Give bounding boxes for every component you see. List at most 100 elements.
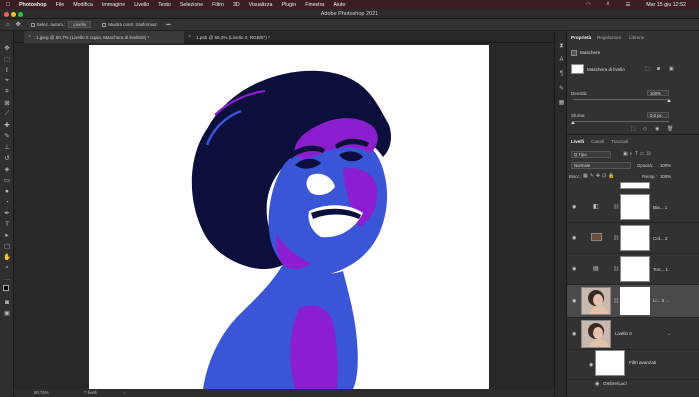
- layer-thumbnail[interactable]: [581, 287, 611, 315]
- layer-name[interactable]: Livello 0: [615, 331, 632, 336]
- lasso-tool-icon[interactable]: ℓ: [2, 65, 12, 75]
- load-selection-icon[interactable]: ⬚: [631, 126, 636, 132]
- search-icon[interactable]: ⌕: [607, 1, 610, 8]
- toggle-mask-icon[interactable]: ◉: [655, 126, 659, 132]
- layer-row-selected[interactable]: ◉ ⛓ Li... 0 ...: [567, 285, 699, 318]
- eye-icon[interactable]: ◉: [572, 235, 576, 241]
- menu-app-name[interactable]: Photoshop: [19, 2, 47, 8]
- control-center-icon[interactable]: ☰: [625, 2, 630, 8]
- feather-slider-knob[interactable]: [571, 121, 575, 124]
- opacity-field[interactable]: 100%: [660, 163, 671, 168]
- close-tab-icon[interactable]: ×: [28, 34, 31, 40]
- color-fill-swatch[interactable]: [591, 233, 602, 241]
- blend-mode-dropdown[interactable]: Normale: [571, 162, 631, 169]
- smart-filters-row[interactable]: ◉ Filtri avanzati: [567, 350, 699, 380]
- menu-visualizza[interactable]: Visualizza: [249, 2, 273, 8]
- autoselect-dropdown[interactable]: Livello: [68, 21, 92, 28]
- hand-tool-icon[interactable]: ✋: [2, 252, 12, 262]
- menu-livello[interactable]: Livello: [134, 2, 149, 8]
- eye-icon[interactable]: ◉: [572, 331, 576, 337]
- move-tool-icon[interactable]: ✥: [16, 21, 21, 28]
- layer-name[interactable]: Li... 0 ...: [653, 298, 669, 303]
- stamp-tool-icon[interactable]: ⊥: [2, 142, 12, 152]
- history-brush-tool-icon[interactable]: ↺: [2, 153, 12, 163]
- status-arrow-icon[interactable]: ›: [124, 390, 125, 395]
- pixel-mask-icon[interactable]: ◙: [657, 66, 660, 72]
- tab-channels[interactable]: Canali: [591, 135, 604, 147]
- screen-mode-icon[interactable]: ▣: [2, 308, 12, 318]
- link-icon[interactable]: ⛓: [613, 266, 619, 272]
- filter-row[interactable]: ◉ Ombre/Luci: [567, 380, 699, 390]
- layer-mask-thumbnail[interactable]: [620, 182, 650, 189]
- layer-name[interactable]: Ton... 1: [653, 267, 668, 272]
- more-tools-icon[interactable]: ···: [2, 274, 12, 284]
- apply-mask-icon[interactable]: ◇: [643, 126, 647, 132]
- marquee-tool-icon[interactable]: ⬚: [2, 54, 12, 64]
- healing-tool-icon[interactable]: ✚: [2, 120, 12, 130]
- eraser-tool-icon[interactable]: ◈: [2, 164, 12, 174]
- layer-name[interactable]: Col... 2: [653, 236, 668, 241]
- link-icon[interactable]: ⛓: [613, 235, 619, 241]
- tab-layers[interactable]: Livelli: [571, 135, 584, 147]
- layer-thumbnail[interactable]: [581, 320, 611, 348]
- eye-icon[interactable]: ◉: [595, 381, 599, 387]
- layer-row[interactable]: ◉ ⛓ Col... 2: [567, 223, 699, 254]
- feather-slider[interactable]: [573, 121, 669, 122]
- brush-settings-icon[interactable]: ✎: [557, 85, 566, 94]
- menu-selezione[interactable]: Selezione: [180, 2, 203, 8]
- density-slider[interactable]: [573, 99, 669, 100]
- layer-name[interactable]: Bia... 1: [653, 205, 667, 210]
- tab-paths[interactable]: Tracciati: [611, 135, 628, 147]
- blur-tool-icon[interactable]: ●: [2, 186, 12, 196]
- feather-field[interactable]: 0,0 px: [647, 112, 669, 118]
- rectangle-tool-icon[interactable]: ▢: [2, 241, 12, 251]
- vector-mask-icon[interactable]: ▣: [669, 66, 674, 72]
- filter-name[interactable]: Ombre/Luci: [603, 381, 627, 386]
- quick-select-tool-icon[interactable]: ⌖: [2, 76, 12, 86]
- menu-clock[interactable]: Mar 15 giu 12:52: [646, 2, 686, 8]
- layer-row[interactable]: ◉ ▤ ⛓ Ton... 1: [567, 254, 699, 285]
- fill-field[interactable]: 100%: [660, 174, 671, 179]
- type-tool-icon[interactable]: T: [2, 219, 12, 229]
- pen-tool-icon[interactable]: ✒: [2, 208, 12, 218]
- zoom-tool-icon[interactable]: ⌕: [2, 263, 12, 273]
- gradient-tool-icon[interactable]: ▭: [2, 175, 12, 185]
- layer-mask-thumbnail[interactable]: [620, 287, 650, 315]
- menu-testo[interactable]: Testo: [158, 2, 171, 8]
- menu-3d[interactable]: 3D: [233, 2, 240, 8]
- density-slider-knob[interactable]: [667, 99, 671, 102]
- eye-icon[interactable]: ◉: [572, 298, 576, 304]
- apple-icon[interactable]: : [6, 2, 10, 8]
- smart-filters-label[interactable]: Filtri avanzati: [629, 360, 656, 365]
- close-tab-icon[interactable]: ×: [188, 34, 191, 40]
- layer-filter-icons[interactable]: ▣◐T▭⊡: [623, 151, 653, 157]
- history-icon[interactable]: ⧗: [557, 43, 566, 52]
- smart-filter-mask-thumbnail[interactable]: [595, 350, 625, 376]
- dodge-tool-icon[interactable]: ◔: [2, 197, 12, 207]
- lock-icons[interactable]: ▦✎✥⊡🔒: [583, 173, 617, 179]
- delete-mask-icon[interactable]: 🗑: [667, 126, 673, 132]
- brush-tool-icon[interactable]: ✎: [2, 131, 12, 141]
- menu-immagine[interactable]: Immagine: [102, 2, 125, 8]
- eye-icon[interactable]: ◉: [589, 362, 593, 368]
- menu-filtro[interactable]: Filtro: [212, 2, 224, 8]
- layer-mask-thumbnail[interactable]: [620, 256, 650, 282]
- move-tool-icon[interactable]: ✥: [2, 43, 12, 53]
- tab-properties[interactable]: Proprietà: [571, 31, 591, 43]
- density-field[interactable]: 100%: [647, 90, 669, 96]
- link-icon[interactable]: ⛓: [613, 204, 619, 210]
- foreground-color-swatch[interactable]: [3, 285, 9, 291]
- layer-mask-thumbnail[interactable]: [620, 225, 650, 251]
- menu-aiuto[interactable]: Aiuto: [333, 2, 345, 8]
- transform-controls-checkbox[interactable]: [102, 22, 107, 27]
- layer-mask-thumbnail[interactable]: [620, 194, 650, 220]
- quick-mask-icon[interactable]: ◙: [2, 297, 12, 307]
- frame-tool-icon[interactable]: ⊠: [2, 98, 12, 108]
- swatches-icon[interactable]: ▦: [557, 99, 566, 108]
- menu-plugin[interactable]: Plugin: [281, 2, 296, 8]
- paragraph-icon[interactable]: ¶: [557, 71, 566, 80]
- menu-file[interactable]: File: [56, 2, 65, 8]
- select-pixels-icon[interactable]: ⬚: [645, 66, 650, 72]
- autoselect-checkbox[interactable]: [30, 22, 35, 27]
- tab-adjustments[interactable]: Regolazioni: [597, 31, 621, 43]
